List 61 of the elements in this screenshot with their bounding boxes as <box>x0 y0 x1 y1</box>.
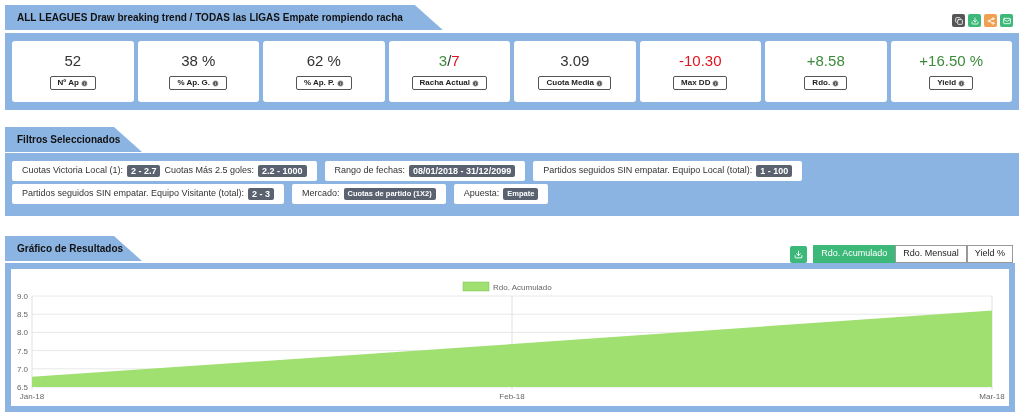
stat-value: 3/7 <box>438 51 460 71</box>
mail-button[interactable] <box>1000 14 1013 27</box>
info-icon <box>832 79 840 87</box>
download-button[interactable] <box>968 14 981 27</box>
copy-button[interactable] <box>952 14 965 27</box>
x-tick-label: Mar-18 <box>979 392 1005 401</box>
stat-value: +16.50 % <box>919 51 984 71</box>
filter-value: 1 - 100 <box>756 165 793 177</box>
filter-label: Partidos seguidos SIN empatar. Equipo Visitante (total): <box>22 187 244 201</box>
section-title: Gráfico de Resultados <box>17 242 124 256</box>
stat-label: Max DD <box>673 76 728 90</box>
section-title: Filtros Seleccionados <box>17 133 121 147</box>
download-button[interactable] <box>790 245 808 263</box>
filter-value: 2 - 3 <box>247 188 274 200</box>
stat-label: Nº Ap <box>49 76 96 90</box>
x-tick-label: Feb-18 <box>499 392 525 401</box>
stat-label: Yield <box>929 76 974 90</box>
stat-value: +8.58 <box>806 51 845 71</box>
info-icon <box>712 79 720 87</box>
download-icon <box>970 16 979 25</box>
stat-value: 52 <box>64 51 82 71</box>
filter-label: Cuotas Más 2.5 goles: <box>164 164 254 178</box>
y-tick-label: 7.0 <box>16 364 28 374</box>
stat-value: 3.09 <box>560 51 590 71</box>
y-tick-label: 6.5 <box>16 383 28 392</box>
chart-tab[interactable]: Rdo. Mensual <box>895 245 967 263</box>
info-icon <box>80 79 88 87</box>
info-icon <box>212 79 220 87</box>
filter-label: Apuesta: <box>463 187 500 201</box>
stat-value: 62 % <box>306 51 341 71</box>
info-icon <box>471 79 479 87</box>
chart-legend: Rdo. Acumulado <box>462 281 552 292</box>
share-icon <box>986 16 995 25</box>
stat-value: 38 % <box>181 51 216 71</box>
share-button[interactable] <box>984 14 997 27</box>
mail-icon <box>1002 16 1011 25</box>
filter-value: 2 - 2.7 <box>126 165 161 177</box>
stat-label: % Ap. G. <box>169 76 228 90</box>
filter-label: Cuotas Victoria Local (1): <box>22 164 123 178</box>
chart-tab[interactable]: Yield % <box>966 245 1013 263</box>
stat-value: -10.30 <box>678 51 722 71</box>
filter-value: 08/01/2018 - 31/12/2099 <box>409 165 516 177</box>
info-icon <box>336 79 344 87</box>
section-title: ALL LEAGUES Draw breaking trend / TODAS las LIGAS Empate rompiendo racha <box>17 11 403 25</box>
filter-label: Mercado: <box>302 187 340 201</box>
stat-label: % Ap. P. <box>295 76 352 90</box>
y-tick-label: 8.5 <box>16 310 28 320</box>
stat-label: Rdo. <box>804 76 848 90</box>
filter-label: Rango de fechas: <box>334 164 406 178</box>
copy-icon <box>954 16 963 25</box>
y-tick-label: 7.5 <box>16 346 28 356</box>
filter-label: Partidos seguidos SIN empatar. Equipo Local (total): <box>543 164 753 178</box>
y-tick-label: 8.0 <box>16 328 28 338</box>
stat-label: Racha Actual <box>411 76 487 90</box>
filter-value: 2.2 - 1000 <box>257 165 307 177</box>
info-icon <box>596 79 604 87</box>
x-tick-label: Jan-18 <box>19 392 45 401</box>
y-tick-label: 9.0 <box>16 292 28 301</box>
stat-label: Cuota Media <box>538 76 612 90</box>
info-icon <box>958 79 966 87</box>
download-icon <box>794 249 804 259</box>
